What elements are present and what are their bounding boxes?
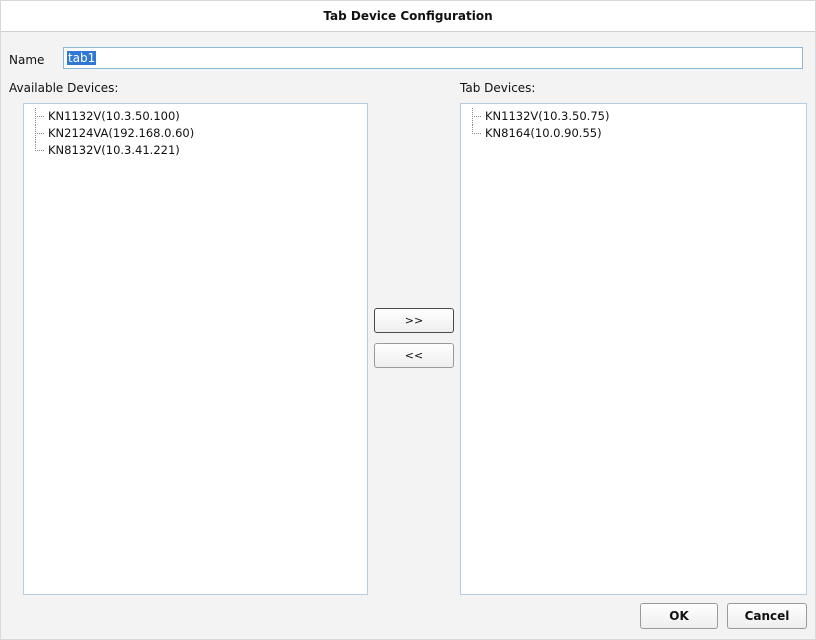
tab-devices-label: Tab Devices: [460,81,536,95]
available-device-label: KN1132V(10.3.50.100) [48,109,180,123]
available-devices-label: Available Devices: [9,81,119,95]
tab-device-label: KN1132V(10.3.50.75) [485,109,610,123]
tab-device-label: KN8164(10.0.90.55) [485,126,602,140]
tab-device-item[interactable]: KN1132V(10.3.50.75) [471,108,806,125]
remove-device-button[interactable]: << [374,343,454,368]
tree-branch-icon [471,108,481,125]
available-device-label: KN8132V(10.3.41.221) [48,143,180,157]
tree-branch-icon [34,108,44,125]
tree-branch-icon [471,125,481,142]
available-device-item[interactable]: KN2124VA(192.168.0.60) [34,125,367,142]
available-device-item[interactable]: KN1132V(10.3.50.100) [34,108,367,125]
tab-devices-list[interactable]: KN1132V(10.3.50.75) KN8164(10.0.90.55) [460,103,807,595]
name-input[interactable]: tab1 [63,47,803,69]
dialog-title: Tab Device Configuration [1,1,815,32]
name-input-value: tab1 [67,51,97,65]
tab-device-item[interactable]: KN8164(10.0.90.55) [471,125,806,142]
available-device-item[interactable]: KN8132V(10.3.41.221) [34,142,367,159]
name-label: Name [9,53,45,67]
cancel-button[interactable]: Cancel [727,603,807,629]
available-device-label: KN2124VA(192.168.0.60) [48,126,195,140]
add-device-button[interactable]: >> [374,308,454,333]
tab-device-configuration-dialog: Tab Device Configuration Name tab1 Avail… [0,0,816,640]
available-devices-list[interactable]: KN1132V(10.3.50.100) KN2124VA(192.168.0.… [23,103,368,595]
tree-branch-icon [34,142,44,159]
tree-branch-icon [34,125,44,142]
ok-button[interactable]: OK [640,603,718,629]
